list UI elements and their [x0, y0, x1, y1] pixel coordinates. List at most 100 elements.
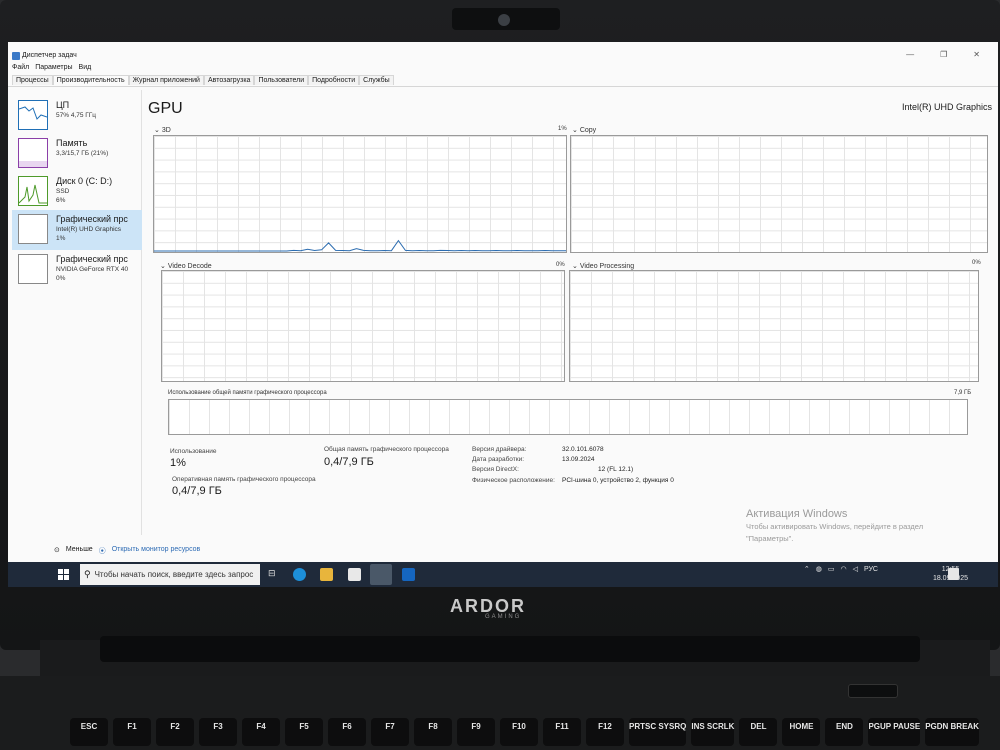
key-f7: F7 [371, 718, 409, 746]
sidebar-item-label: Графический прс [56, 254, 128, 264]
window-title: Диспетчер задач [22, 52, 77, 59]
graph-label-copy[interactable]: ⌄ Copy [572, 126, 596, 134]
screen: Диспетчер задач — ❐ ✕ Файл Параметры Вид… [8, 42, 998, 587]
sidebar-item-cpu[interactable]: ЦП 57% 4,75 ГГц [12, 96, 142, 136]
key-pgdn-break: PGDN BREAK [925, 718, 979, 746]
store-icon[interactable] [348, 568, 361, 581]
function-key-row: ESC F1 F2 F3 F4 F5 F6 F7 F8 F9 F10 F11 F12 PRTSC SYSR… [70, 718, 979, 746]
sidebar-item-label: Память [56, 138, 88, 148]
gpu-ram-value: 0,4/7,9 ГБ [172, 485, 222, 497]
footer: ⊙ Меньше ⦿ Открыть монитор ресурсов [54, 546, 200, 556]
tab-details[interactable]: Подробности [308, 75, 360, 85]
network-icon[interactable]: ◍ [816, 565, 822, 573]
resource-monitor-icon: ⦿ [98, 548, 106, 555]
outlook-icon[interactable] [402, 568, 415, 581]
taskbar: ⚲ Чтобы начать поиск, введите здесь запр… [8, 562, 998, 587]
usage-value: 1% [170, 457, 186, 469]
graph-label-3d[interactable]: ⌄ 3D [154, 126, 171, 134]
sidebar-item-sub: 57% 4,75 ГГц [56, 112, 97, 119]
windows-start-icon[interactable] [58, 568, 70, 580]
sidebar-item-memory[interactable]: Память 3,3/15,7 ГБ (21%) [12, 134, 142, 174]
open-resource-monitor-link[interactable]: Открыть монитор ресурсов [112, 546, 201, 556]
task-view-icon[interactable]: ⊟ [268, 568, 281, 581]
key-f2: F2 [156, 718, 194, 746]
wifi-icon[interactable]: ◠ [840, 565, 846, 573]
minimize-button[interactable]: — [906, 50, 914, 59]
performance-sidebar: ЦП 57% 4,75 ГГц Память 3,3/15,7 ГБ (21%)… [12, 90, 142, 535]
notification-icon[interactable] [948, 568, 959, 580]
language-indicator[interactable]: РУС [864, 566, 878, 573]
key-pgup-pause: PGUP PAUSE [868, 718, 921, 746]
graph-max-3d: 1% [558, 126, 567, 132]
key-ins-scrlk: INS SCRLK [691, 718, 735, 746]
key-esc: ESC [70, 718, 108, 746]
gpu1-thumbnail-graph [18, 254, 48, 284]
sidebar-item-value: 1% [56, 235, 66, 242]
graph-max-video-decode: 0% [556, 262, 565, 268]
key-f5: F5 [285, 718, 323, 746]
key-f9: F9 [457, 718, 495, 746]
battery-icon[interactable]: ▭ [828, 565, 835, 573]
key-f3: F3 [199, 718, 237, 746]
shared-mem-value: 0,4/7,9 ГБ [324, 456, 374, 468]
sidebar-item-gpu1[interactable]: Графический прс NVIDIA GeForce RTX 40 0% [12, 250, 142, 290]
graph-3d [153, 135, 567, 253]
search-placeholder: Чтобы начать поиск, введите здесь запрос [94, 570, 254, 579]
search-icon: ⚲ [84, 569, 91, 579]
task-manager-icon [12, 52, 20, 60]
graph-label-video-processing[interactable]: ⌄ Video Processing [572, 262, 634, 270]
sidebar-item-label: ЦП [56, 100, 70, 110]
gpu-device-name: Intel(R) UHD Graphics [901, 102, 992, 112]
key-f10: F10 [500, 718, 538, 746]
key-f12: F12 [586, 718, 624, 746]
sidebar-item-gpu0[interactable]: Графический прс Intel(R) UHD Graphics 1% [12, 210, 142, 250]
tab-performance[interactable]: Производительность [52, 75, 129, 85]
shared-memory-label: Использование общей памяти графического … [168, 390, 327, 396]
key-end: END [825, 718, 864, 746]
gpu-ram-label: Оперативная память графического процессо… [172, 476, 316, 483]
physical-location-label: Физическое расположение: [472, 477, 555, 484]
tab-app-history[interactable]: Журнал приложений [128, 75, 204, 85]
volume-icon[interactable]: ◁ [853, 565, 858, 573]
tab-bar: Процессы Производительность Журнал прило… [12, 75, 394, 85]
collapse-icon[interactable]: ⊙ [54, 546, 60, 556]
sidebar-item-value: 0% [56, 275, 66, 282]
activation-title: Активация Windows [746, 508, 848, 520]
directx-version-label: Версия DirectX: [472, 466, 519, 473]
system-tray: ⌃ ◍ ▭ ◠ ◁ РУС [804, 565, 878, 574]
key-f6: F6 [328, 718, 366, 746]
key-del: DEL [739, 718, 778, 746]
edge-browser-icon[interactable] [293, 568, 306, 581]
tab-services[interactable]: Службы [359, 75, 394, 85]
shared-memory-graph [168, 399, 968, 435]
graph-copy [570, 135, 988, 253]
physical-location-value: PCI-шина 0, устройство 2, функция 0 [562, 477, 674, 484]
key-f1: F1 [113, 718, 151, 746]
menu-view[interactable]: Вид [79, 64, 92, 71]
graph-max-video-processing: 0% [972, 260, 981, 266]
menu-options[interactable]: Параметры [35, 64, 72, 71]
page-title: GPU [148, 100, 183, 117]
shared-mem-label: Общая память графического процессора [324, 446, 449, 453]
close-button[interactable]: ✕ [973, 50, 980, 59]
graph-label-video-decode[interactable]: ⌄ Video Decode [160, 262, 212, 270]
key-f8: F8 [414, 718, 452, 746]
tab-startup[interactable]: Автозагрузка [203, 75, 255, 85]
chevron-up-icon[interactable]: ⌃ [804, 565, 810, 573]
tab-processes[interactable]: Процессы [12, 75, 53, 85]
directx-version-value: 12 (FL 12.1) [598, 466, 634, 473]
file-explorer-icon[interactable] [320, 568, 333, 581]
taskbar-search-box[interactable]: ⚲ Чтобы начать поиск, введите здесь запр… [80, 564, 260, 585]
task-manager-taskbar-icon[interactable] [370, 564, 392, 585]
maximize-button[interactable]: ❐ [940, 50, 947, 59]
less-details-button[interactable]: Меньше [66, 546, 93, 556]
sidebar-item-label: Графический прс [56, 214, 128, 224]
sidebar-item-value: 6% [56, 197, 66, 204]
sidebar-item-disk[interactable]: Диск 0 (C: D:) SSD 6% [12, 172, 142, 212]
webcam-icon [498, 14, 510, 26]
driver-date-label: Дата разработки: [472, 456, 525, 463]
tab-users[interactable]: Пользователи [254, 75, 309, 85]
disk-thumbnail-graph [18, 176, 48, 206]
menu-file[interactable]: Файл [12, 64, 29, 71]
power-button[interactable] [848, 684, 898, 698]
